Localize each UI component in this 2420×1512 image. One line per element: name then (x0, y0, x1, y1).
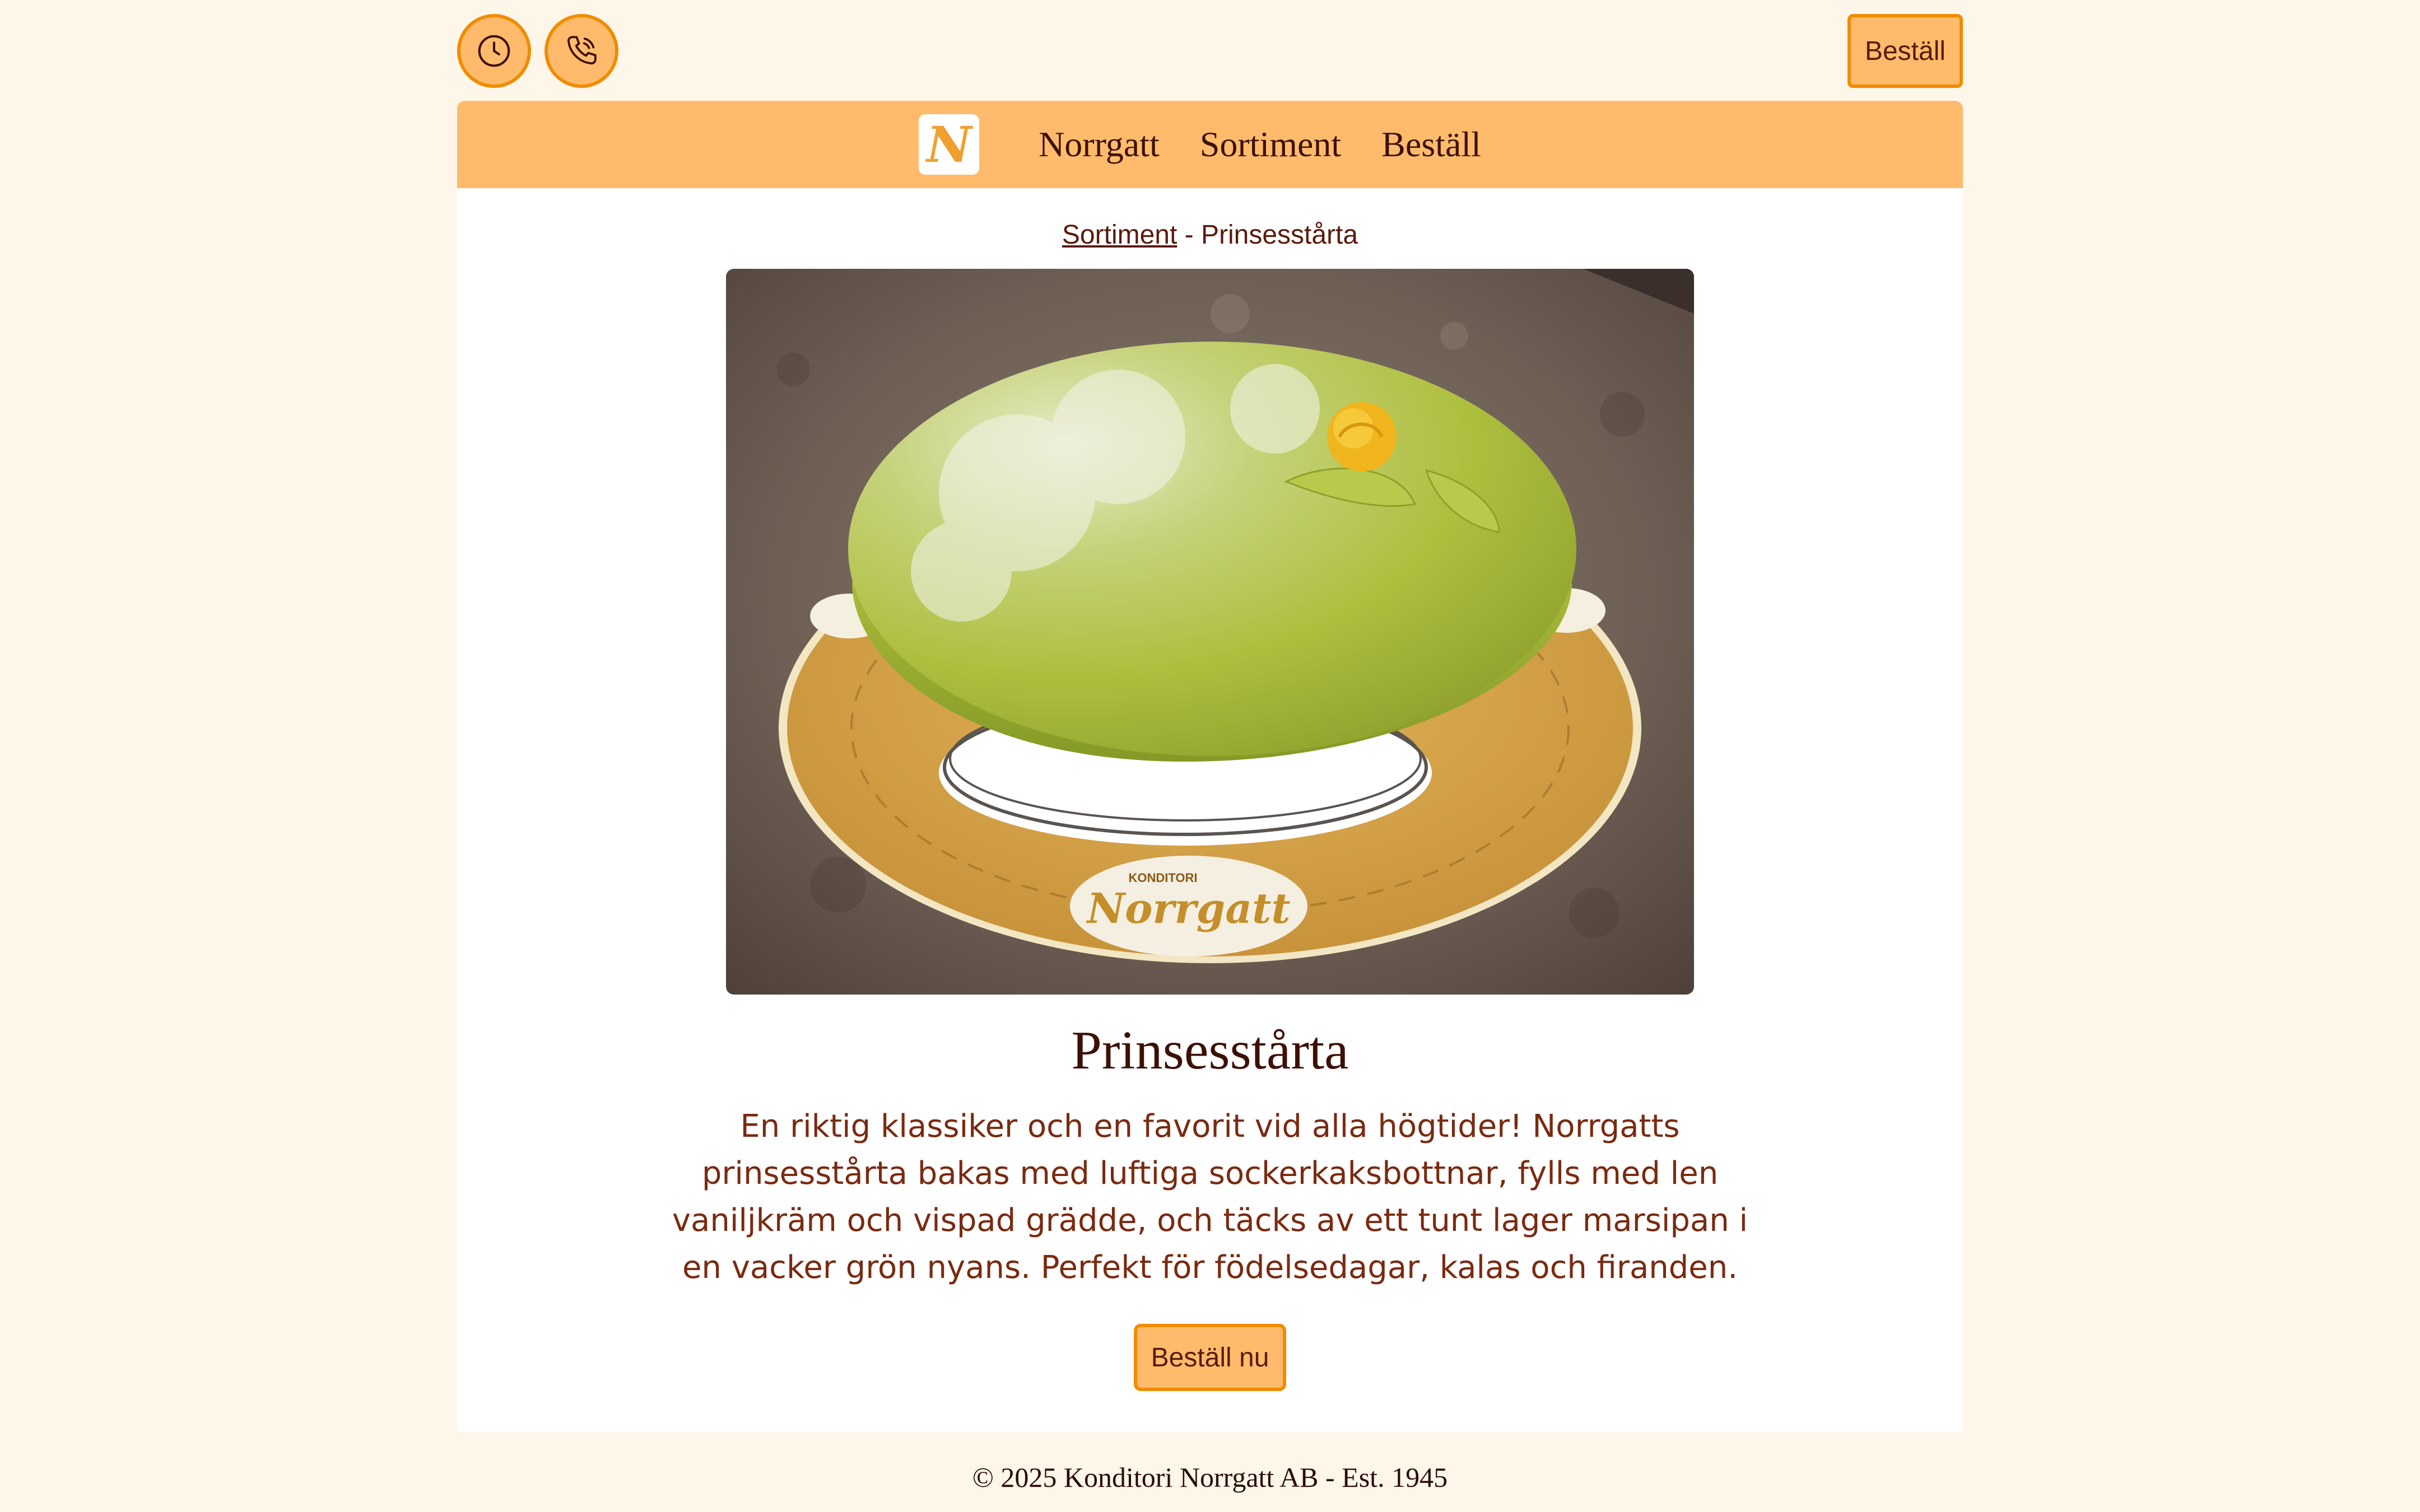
footer: © 2025 Konditori Norrgatt AB - Est. 1945 (457, 1459, 1963, 1495)
footer-copyright: © 2025 Konditori Norrgatt AB - Est. 1945 (972, 1462, 1448, 1493)
order-now-button[interactable]: Beställ nu (1134, 1324, 1286, 1391)
top-bar: Beställ (457, 14, 1963, 88)
nav-link-sortiment[interactable]: Sortiment (1200, 124, 1341, 165)
nav-link-bestall[interactable]: Beställ (1381, 124, 1481, 165)
plate-brand-text: Norrgatt (1086, 885, 1290, 933)
logo[interactable]: N (919, 114, 980, 175)
main-nav: N Norrgatt Sortiment Beställ (457, 101, 1963, 188)
breadcrumb-link-sortiment[interactable]: Sortiment (1062, 220, 1177, 250)
breadcrumb-current: Prinsesstårta (1200, 220, 1358, 250)
order-button-top[interactable]: Beställ (1847, 14, 1963, 88)
product-image: Norrgatt KONDITORI (726, 269, 1694, 995)
breadcrumb-separator: - (1177, 220, 1201, 250)
opening-hours-button[interactable] (457, 14, 531, 88)
page: Beställ N Norrgatt Sortiment Beställ Sor… (457, 0, 1963, 1512)
product-description: En riktig klassiker och en favorit vid a… (672, 1108, 1748, 1286)
product-title: Prinsesstårta (1071, 1020, 1349, 1081)
logo-letter: N (926, 115, 972, 174)
cake-illustration: Norrgatt KONDITORI (726, 269, 1694, 995)
clock-icon (478, 35, 510, 67)
call-button[interactable] (544, 14, 618, 88)
nav-link-norrgatt[interactable]: Norrgatt (1039, 124, 1160, 165)
phone-icon (567, 36, 597, 65)
breadcrumb: Sortiment - Prinsesstårta (457, 220, 1963, 250)
plate-top-text: KONDITORI (1128, 871, 1197, 885)
product-card: Sortiment - Prinsesstårta Norrgatt KONDI… (457, 188, 1963, 1431)
